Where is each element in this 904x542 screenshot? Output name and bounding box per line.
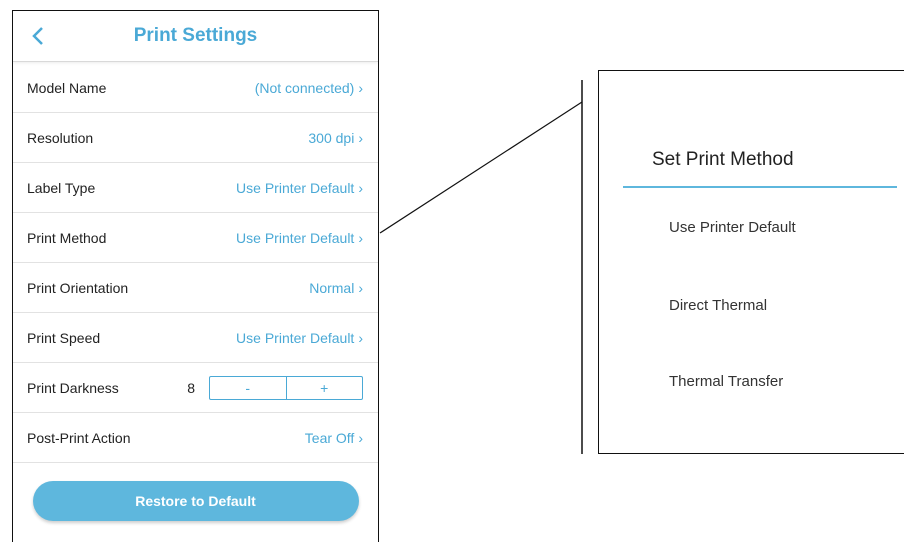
option-thermal-transfer[interactable]: Thermal Transfer (669, 373, 783, 390)
option-direct-thermal[interactable]: Direct Thermal (669, 297, 767, 314)
option-use-printer-default[interactable]: Use Printer Default (669, 219, 796, 236)
title-divider (623, 186, 897, 188)
set-print-method-dialog: Set Print Method Use Printer Default Dir… (598, 70, 904, 454)
dialog-title: Set Print Method (652, 149, 794, 170)
